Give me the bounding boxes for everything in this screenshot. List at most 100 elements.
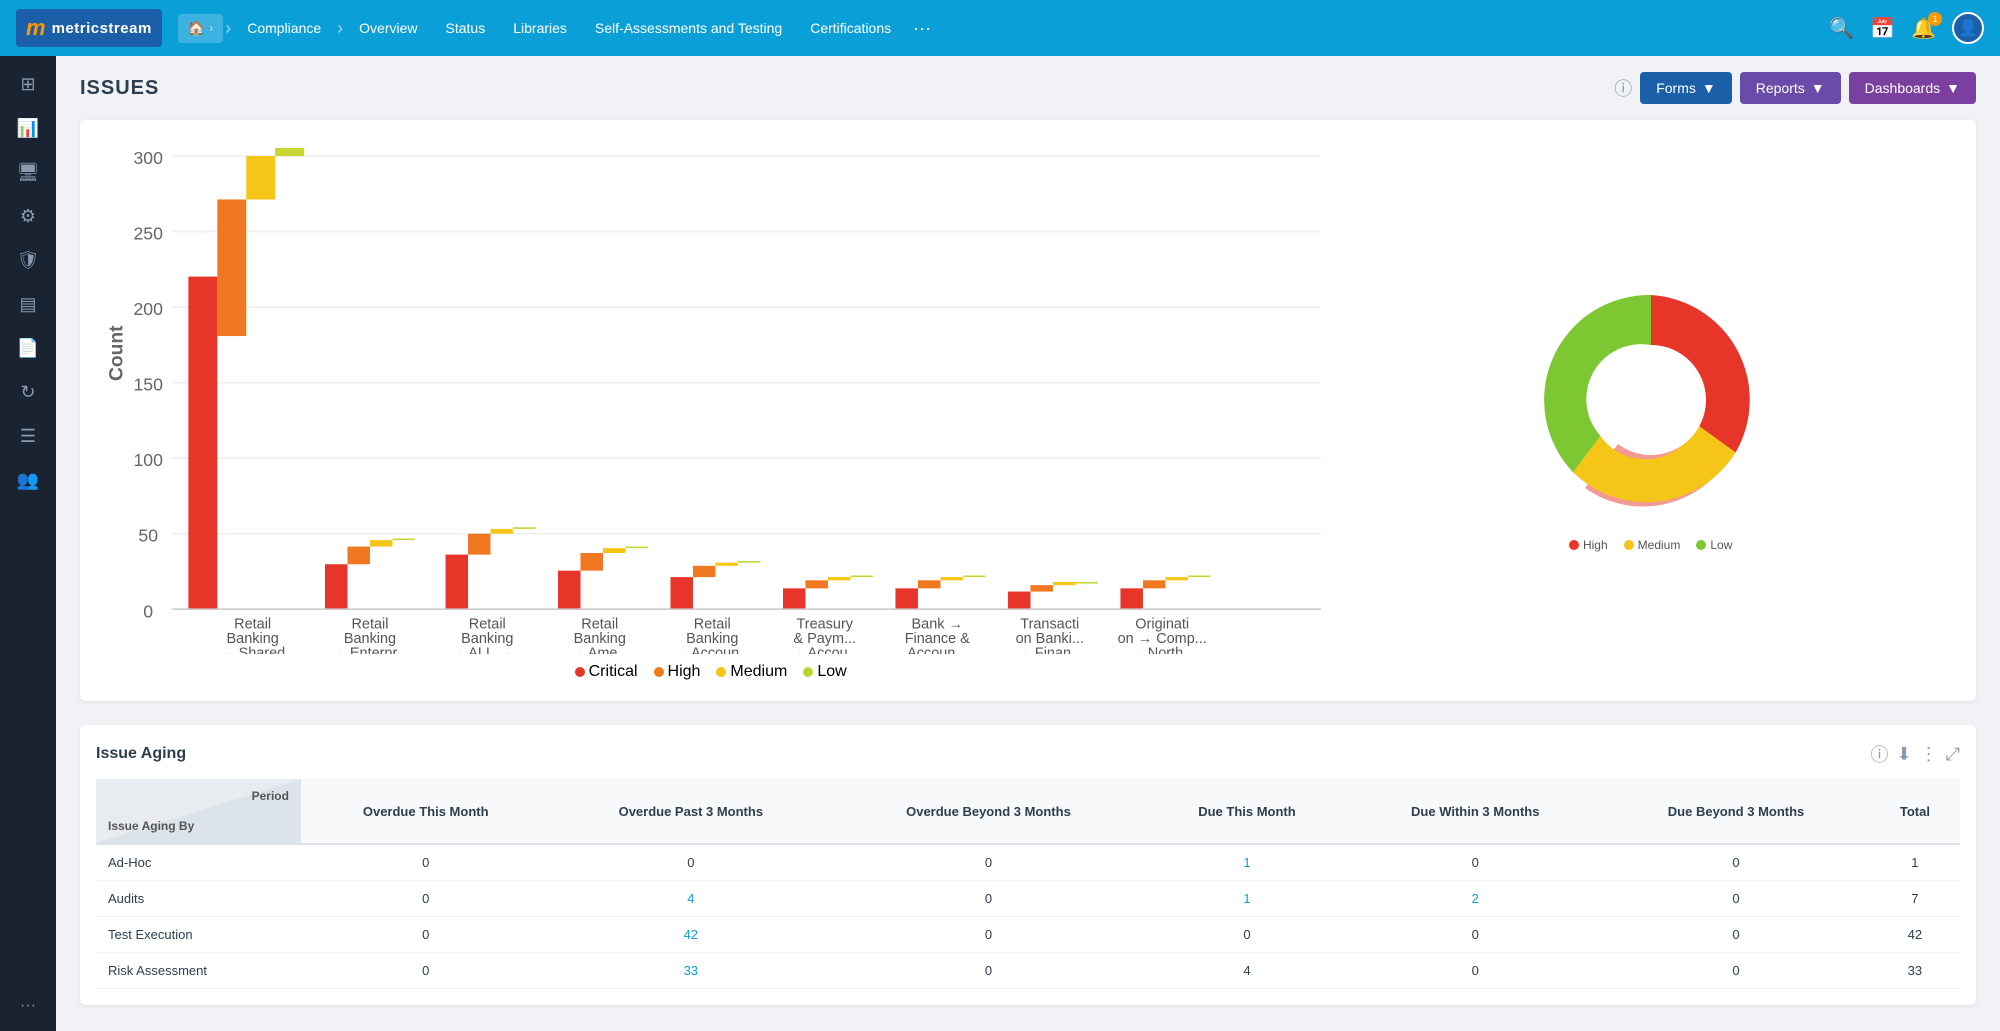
nav-separator-2: › — [337, 18, 343, 39]
row-ra-due-beyond-3: 0 — [1602, 953, 1870, 989]
high-dot — [654, 667, 664, 677]
sidebar-item-chart[interactable]: 📊 — [8, 108, 48, 148]
audits-due-this-month-link[interactable]: 1 — [1243, 891, 1250, 906]
row-adhoc-overdue-beyond-3: 0 — [831, 844, 1146, 881]
row-label-risk-assessment: Risk Assessment — [96, 953, 301, 989]
reports-dropdown-icon: ▼ — [1811, 80, 1825, 96]
nav-status[interactable]: Status — [432, 14, 500, 42]
sidebar-item-grid[interactable]: ⊞ — [8, 64, 48, 104]
dashboards-label: Dashboards — [1865, 80, 1941, 96]
row-adhoc-overdue-past-3: 0 — [550, 844, 831, 881]
svg-text:100: 100 — [133, 450, 163, 470]
te-overdue-past-3-link[interactable]: 42 — [684, 927, 698, 942]
issue-aging-table: Period Issue Aging By Overdue This Month… — [96, 779, 1960, 989]
row-te-overdue-beyond-3: 0 — [831, 917, 1146, 953]
section-info-icon[interactable]: ⓘ — [1871, 741, 1889, 767]
nav-certifications[interactable]: Certifications — [796, 14, 905, 42]
svg-text:250: 250 — [133, 224, 163, 244]
donut-medium-dot — [1624, 540, 1634, 550]
row-adhoc-overdue-this-month: 0 — [301, 844, 550, 881]
nav-libraries[interactable]: Libraries — [499, 14, 581, 42]
nav-home-button[interactable]: 🏠 › — [178, 14, 223, 43]
notifications-button[interactable]: 🔔 1 — [1911, 16, 1936, 41]
low-label: Low — [817, 663, 846, 681]
row-adhoc-due-this-month[interactable]: 1 — [1146, 844, 1349, 881]
sidebar-item-users[interactable]: 👥 — [8, 460, 48, 500]
row-audits-due-this-month[interactable]: 1 — [1146, 881, 1349, 917]
donut-high-dot — [1569, 540, 1579, 550]
th-period-label: Period — [108, 789, 289, 803]
row-te-due-beyond-3: 0 — [1602, 917, 1870, 953]
nav-self-assessments[interactable]: Self-Assessments and Testing — [581, 14, 796, 42]
bar-chart-svg: 300 250 200 150 100 50 0 Count — [100, 140, 1321, 654]
adhoc-due-this-month-link[interactable]: 1 — [1243, 855, 1250, 870]
row-ra-overdue-past-3[interactable]: 33 — [550, 953, 831, 989]
logo-area[interactable]: m metricstream — [16, 9, 162, 47]
section-download-icon[interactable]: ⬇ — [1897, 744, 1912, 765]
th-aging-by-label: Issue Aging By — [108, 819, 289, 833]
header-actions: ⓘ Forms ▼ Reports ▼ Dashboards ▼ — [1614, 72, 1976, 104]
row-audits-due-within-3[interactable]: 2 — [1348, 881, 1602, 917]
sidebar-item-file[interactable]: 📄 — [8, 328, 48, 368]
forms-button[interactable]: Forms ▼ — [1640, 72, 1732, 104]
nav-compliance[interactable]: Compliance — [233, 14, 335, 42]
nav-separator: › — [225, 18, 231, 39]
legend-low: Low — [803, 663, 846, 681]
row-adhoc-due-within-3: 0 — [1348, 844, 1602, 881]
ra-overdue-past-3-link[interactable]: 33 — [684, 963, 698, 978]
section-action-icons: ⓘ ⬇ ⋮ ⤢ — [1871, 741, 1961, 767]
row-audits-overdue-this-month: 0 — [301, 881, 550, 917]
logo-icon: m — [26, 15, 46, 41]
forms-dropdown-icon: ▼ — [1702, 80, 1716, 96]
table-row: Test Execution 0 42 0 0 0 0 42 — [96, 917, 1960, 953]
donut-legend-medium: Medium — [1624, 538, 1681, 552]
logo-box[interactable]: m metricstream — [16, 9, 162, 47]
svg-text:→ Ame...: → Ame... — [570, 645, 629, 654]
sidebar-item-list[interactable]: ☰ — [8, 416, 48, 456]
section-expand-icon[interactable]: ⤢ — [1946, 744, 1960, 765]
sidebar-item-refresh[interactable]: ↻ — [8, 372, 48, 412]
svg-text:→ Shared: → Shared — [220, 645, 285, 654]
sidebar-item-shield[interactable]: 🛡 — [8, 240, 48, 280]
sidebar-more[interactable]: ··· — [12, 989, 44, 1023]
audits-overdue-past-3-link[interactable]: 4 — [687, 891, 694, 906]
audits-due-within-3-link[interactable]: 2 — [1472, 891, 1479, 906]
row-ra-overdue-beyond-3: 0 — [831, 953, 1146, 989]
donut-legend-low: Low — [1696, 538, 1732, 552]
chevron-right-icon: › — [209, 21, 213, 35]
calendar-button[interactable]: 📅 — [1870, 16, 1895, 41]
main-content: ISSUES ⓘ Forms ▼ Reports ▼ Dashboards ▼ … — [56, 56, 2000, 1031]
donut-chart-container: High Medium Low — [1345, 140, 1956, 681]
row-te-overdue-past-3[interactable]: 42 — [550, 917, 831, 953]
th-overdue-this-month: Overdue This Month — [301, 779, 550, 844]
sidebar-item-layers[interactable]: ▤ — [8, 284, 48, 324]
sidebar-item-settings[interactable]: ⚙ — [8, 196, 48, 236]
row-adhoc-total: 1 — [1870, 844, 1960, 881]
svg-text:→ Accou...: → Accou... — [790, 645, 860, 654]
critical-label: Critical — [589, 663, 638, 681]
nav-more-icon[interactable]: ··· — [905, 18, 939, 39]
th-overdue-past-3-months: Overdue Past 3 Months — [550, 779, 831, 844]
svg-text:Accoun...: Accoun... — [907, 645, 967, 654]
donut-medium-label: Medium — [1638, 538, 1681, 552]
section-more-icon[interactable]: ⋮ — [1920, 744, 1938, 765]
row-label-test-execution: Test Execution — [96, 917, 301, 953]
row-audits-overdue-past-3[interactable]: 4 — [550, 881, 831, 917]
user-avatar[interactable]: 👤 — [1952, 12, 1984, 44]
search-button[interactable]: 🔍 — [1829, 16, 1854, 41]
forms-label: Forms — [1656, 80, 1696, 96]
reports-button[interactable]: Reports ▼ — [1740, 72, 1841, 104]
row-label-audits: Audits — [96, 881, 301, 917]
page-title: ISSUES — [80, 77, 159, 100]
row-label-adhoc: Ad-Hoc — [96, 844, 301, 881]
info-icon[interactable]: ⓘ — [1614, 75, 1632, 101]
dashboards-button[interactable]: Dashboards ▼ — [1849, 72, 1976, 104]
home-icon: 🏠 — [188, 20, 205, 37]
bar-chart-legend: Critical High Medium Low — [100, 663, 1321, 681]
sidebar-item-monitor[interactable]: 🖥 — [8, 152, 48, 192]
nav-overview[interactable]: Overview — [345, 14, 431, 42]
row-te-due-this-month: 0 — [1146, 917, 1349, 953]
high-label: High — [668, 663, 701, 681]
bar-chart-container: 300 250 200 150 100 50 0 Count — [100, 140, 1321, 681]
medium-label: Medium — [730, 663, 787, 681]
